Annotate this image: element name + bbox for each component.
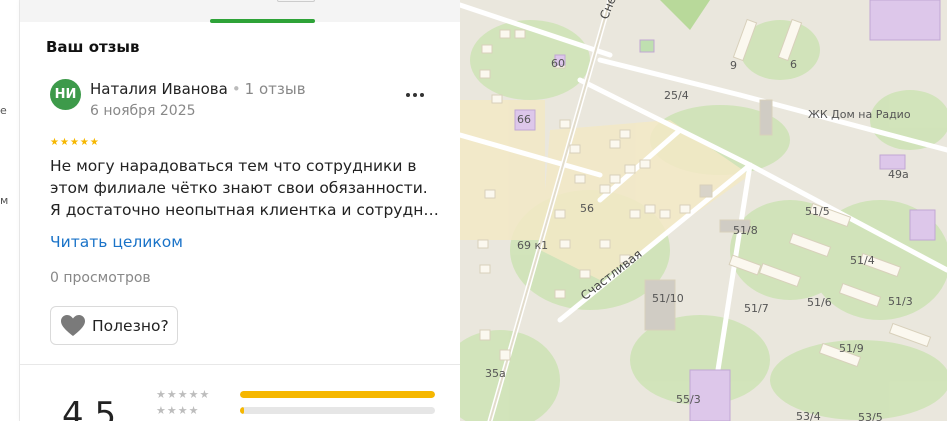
distribution-row[interactable]: ★ ★ ★ ★ ★: [156, 388, 456, 400]
map-label-complex: ЖК Дом на Радио: [808, 108, 911, 121]
map-house-label: 51/6: [807, 296, 832, 309]
map-house-label: 53/5: [858, 411, 883, 421]
map-house-label: 53/4: [796, 410, 821, 421]
separator-dot: •: [231, 80, 241, 98]
section-divider: [20, 364, 460, 365]
star-icon: ★: [50, 137, 59, 148]
map-house-label: 51/7: [744, 302, 769, 315]
star-icon: ★: [177, 403, 188, 417]
map[interactable]: 60 66 56 69 к1 25/4 9 6 49а 51/5 51/8 51/4 51/10 51/…: [460, 0, 947, 421]
map-house-label: 51/9: [839, 342, 864, 355]
previous-panel-edge: е м: [0, 0, 20, 421]
map-house-label: 56: [580, 202, 594, 215]
map-house-label: 51/8: [733, 224, 758, 237]
tab-chip[interactable]: [277, 0, 315, 2]
avatar[interactable]: НИ: [50, 79, 81, 110]
review-rating-stars: ★ ★ ★ ★ ★: [50, 138, 99, 148]
map-house-label: 60: [551, 57, 565, 70]
distribution-bar: [240, 407, 435, 414]
distribution-bar: [240, 391, 435, 398]
map-house-label: 9: [730, 59, 737, 72]
review-text-line: этом филиале чётко знают свои обязанност…: [50, 179, 428, 197]
star-icon: ★: [59, 137, 69, 148]
map-house-label: 6: [790, 58, 797, 71]
views-count: 0 просмотров: [50, 270, 151, 286]
distribution-bar-fill: [240, 407, 244, 414]
review-text-line: Я достаточно неопытная клиентка и сотруд…: [50, 201, 439, 219]
average-rating: 4.5: [62, 395, 117, 421]
review-text: Не могу нарадоваться тем что сотрудники …: [50, 155, 440, 221]
author-review-count[interactable]: 1 отзыв: [245, 80, 306, 98]
star-icon: ★: [199, 387, 210, 401]
map-house-label: 51/5: [805, 205, 830, 218]
tabs-bar: [20, 0, 460, 23]
page: е м Ваш отзыв НИ Наталия Иванова • 1 отзыв…: [0, 0, 947, 421]
star-icon: ★: [188, 387, 199, 401]
star-icon: ★: [188, 403, 199, 417]
star-icon: ★: [156, 403, 166, 417]
map-house-label: 51/4: [850, 254, 875, 267]
distribution-stars: ★ ★ ★ ★ ★: [156, 389, 236, 400]
map-house-label: 51/10: [652, 292, 684, 305]
star-icon: ★: [89, 137, 99, 148]
map-house-label: 69 к1: [517, 239, 549, 252]
more-options-button[interactable]: [402, 82, 428, 108]
star-icon: ★: [156, 387, 166, 401]
section-title: Ваш отзыв: [46, 38, 140, 56]
star-icon: ★: [166, 403, 177, 417]
distribution-bar-fill: [240, 391, 435, 398]
author-line: Наталия Иванова • 1 отзыв: [90, 80, 306, 98]
read-more-link[interactable]: Читать целиком: [50, 233, 183, 251]
star-icon: ★: [69, 137, 79, 148]
map-house-label: 25/4: [664, 89, 689, 102]
more-icon: [405, 93, 426, 97]
review-panel: Ваш отзыв НИ Наталия Иванова • 1 отзыв 6 н…: [20, 0, 460, 421]
star-icon: ★: [79, 137, 89, 148]
distribution-row[interactable]: ★ ★ ★ ★: [156, 404, 456, 416]
map-canvas[interactable]: [460, 0, 947, 421]
map-house-label: 49а: [888, 168, 909, 181]
map-house-label: 35а: [485, 367, 506, 380]
map-house-label: 66: [517, 113, 531, 126]
map-house-label: 51/3: [888, 295, 913, 308]
author-name[interactable]: Наталия Иванова: [90, 80, 228, 98]
map-house-label: 55/3: [676, 393, 701, 406]
star-icon: ★: [166, 387, 177, 401]
heart-icon: [61, 314, 85, 336]
review-date: 6 ноября 2025: [90, 103, 196, 119]
helpful-label: Полезно?: [92, 316, 169, 335]
active-tab-indicator: [210, 19, 315, 23]
star-icon: ★: [177, 387, 188, 401]
distribution-stars: ★ ★ ★ ★: [156, 405, 236, 416]
helpful-button[interactable]: Полезно?: [50, 306, 178, 345]
review-text-line: Не могу нарадоваться тем что сотрудники …: [50, 157, 417, 175]
